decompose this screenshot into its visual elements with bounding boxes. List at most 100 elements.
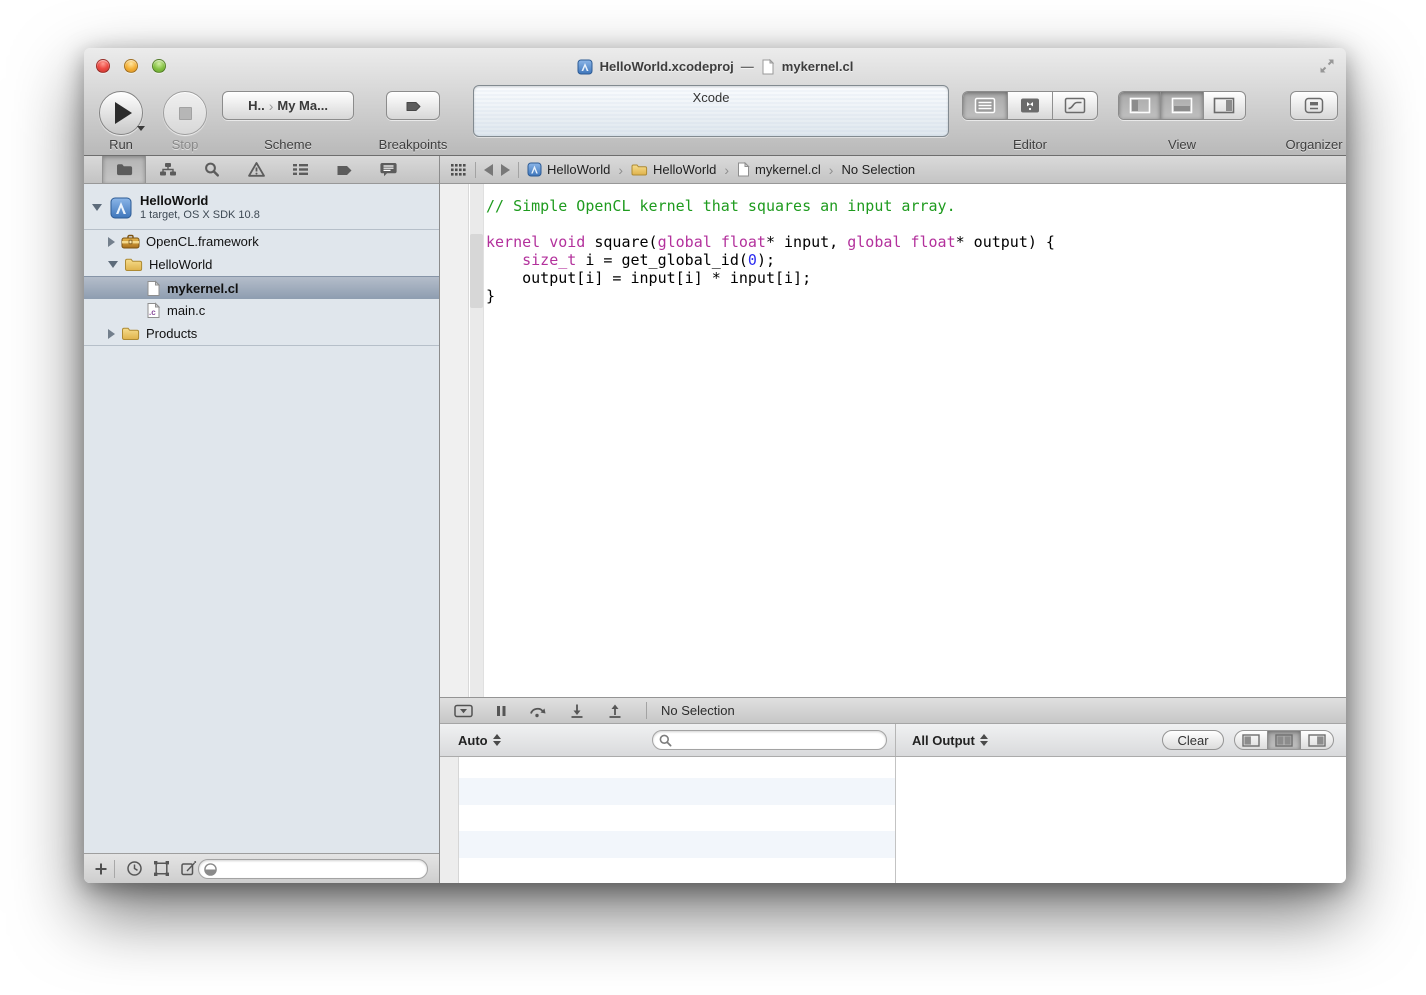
tree-row-selected-file[interactable]: mykernel.cl <box>84 276 439 299</box>
tree-row-file[interactable]: .c main.c <box>84 299 439 322</box>
framework-icon <box>121 234 140 249</box>
project-name: HelloWorld <box>140 194 260 209</box>
disclosure-open-icon[interactable] <box>108 261 118 268</box>
breakpoint-navigator-tab[interactable] <box>322 156 366 183</box>
symbol-nav-icon <box>159 161 177 178</box>
zoom-button[interactable] <box>152 59 166 73</box>
breadcrumb-selection[interactable]: No Selection <box>841 162 915 177</box>
split-view-button[interactable] <box>1268 731 1301 749</box>
hide-debug-area-button[interactable] <box>454 703 474 719</box>
assistant-editor-icon <box>1019 97 1041 114</box>
disclosure-closed-icon[interactable] <box>108 329 115 339</box>
variables-scope-popup[interactable]: Auto <box>458 733 501 748</box>
scope-label: Auto <box>458 733 488 748</box>
pause-button[interactable] <box>494 704 508 718</box>
debug-bar: No Selection <box>440 697 1346 724</box>
search-navigator-tab[interactable] <box>190 156 234 183</box>
console-only-button[interactable] <box>1301 731 1333 749</box>
breadcrumb-group[interactable]: HelloWorld <box>631 162 716 177</box>
tree-row-group[interactable]: HelloWorld <box>84 253 439 276</box>
related-items-icon[interactable] <box>450 163 467 177</box>
file-icon <box>737 162 750 177</box>
code-text[interactable]: // Simple OpenCL kernel that squares an … <box>486 197 1055 305</box>
clear-console-button[interactable]: Clear <box>1162 730 1224 750</box>
variables-search-field[interactable] <box>652 730 887 750</box>
organizer-button[interactable] <box>1290 91 1338 120</box>
run-button[interactable] <box>99 91 143 135</box>
breakpoints-button[interactable] <box>386 91 440 120</box>
unsaved-files-icon[interactable] <box>180 860 197 877</box>
titlebar[interactable]: HelloWorld.xcodeproj — mykernel.cl <box>84 48 1346 85</box>
breadcrumb-file[interactable]: mykernel.cl <box>737 162 821 177</box>
breadcrumb-label: HelloWorld <box>547 162 610 177</box>
fold-region[interactable] <box>470 234 483 308</box>
xcode-project-icon <box>110 197 132 219</box>
breakpoint-nav-icon <box>335 161 354 178</box>
navigator-tab-strip <box>84 156 439 184</box>
folder-nav-icon <box>115 161 134 178</box>
snapshot-icon[interactable] <box>153 860 170 877</box>
activity-text: Xcode <box>693 90 730 105</box>
folder-icon <box>121 326 140 341</box>
breadcrumb-project[interactable]: HelloWorld <box>527 162 610 177</box>
version-editor-button[interactable] <box>1053 92 1097 119</box>
forward-button[interactable] <box>501 164 510 176</box>
recent-files-icon[interactable] <box>126 860 143 877</box>
close-button[interactable] <box>96 59 110 73</box>
code-folding-ribbon[interactable] <box>470 184 484 697</box>
variables-header: Auto <box>440 724 896 756</box>
step-over-button[interactable] <box>528 703 548 719</box>
toolbar: Run Stop H.. › My Ma... Scheme <box>84 85 1346 155</box>
add-button[interactable] <box>94 862 108 876</box>
issue-navigator-tab[interactable] <box>234 156 278 183</box>
tree-row-framework[interactable]: OpenCL.framework <box>84 230 439 253</box>
tree-item-label: Products <box>146 326 197 341</box>
navigator-toggle-button[interactable] <box>1119 92 1161 119</box>
issue-nav-icon <box>247 161 266 178</box>
project-subtitle: 1 target, OS X SDK 10.8 <box>140 209 260 222</box>
stop-button[interactable] <box>163 91 207 135</box>
utilities-toggle-button[interactable] <box>1204 92 1245 119</box>
scheme-chevron: › <box>269 98 274 114</box>
project-row[interactable]: HelloWorld 1 target, OS X SDK 10.8 <box>84 186 439 229</box>
disclosure-open-icon[interactable] <box>92 204 102 211</box>
fullscreen-icon[interactable] <box>1318 57 1336 75</box>
symbol-navigator-tab[interactable] <box>146 156 190 183</box>
breadcrumb-chevron: › <box>724 162 729 178</box>
view-label: View <box>1118 137 1246 152</box>
breakpoint-icon <box>404 97 422 115</box>
debug-area-toggle-button[interactable] <box>1161 92 1203 119</box>
standard-editor-button[interactable] <box>963 92 1008 119</box>
project-navigator-tab[interactable] <box>102 156 146 183</box>
back-button[interactable] <box>484 164 493 176</box>
editor-column: HelloWorld › HelloWorld › myke <box>440 156 1346 883</box>
xcode-window: HelloWorld.xcodeproj — mykernel.cl <box>84 48 1346 883</box>
variables-view[interactable] <box>440 757 896 883</box>
console-view[interactable] <box>896 757 1346 883</box>
tree-row-products[interactable]: Products <box>84 322 439 345</box>
source-editor[interactable]: // Simple OpenCL kernel that squares an … <box>440 184 1346 697</box>
debug-area <box>440 757 1346 883</box>
assistant-editor-button[interactable] <box>1008 92 1053 119</box>
output-filter-popup[interactable]: All Output <box>912 733 988 748</box>
debug-status: No Selection <box>661 703 735 718</box>
step-into-button[interactable] <box>568 703 586 719</box>
navigator-filter-field[interactable] <box>198 859 428 879</box>
step-out-button[interactable] <box>606 703 624 719</box>
window-header: HelloWorld.xcodeproj — mykernel.cl <box>84 48 1346 156</box>
log-navigator-tab[interactable] <box>366 156 410 183</box>
tree-item-label: mykernel.cl <box>167 281 239 296</box>
scheme-selector[interactable]: H.. › My Ma... <box>222 91 354 120</box>
debug-navigator-tab[interactable] <box>278 156 322 183</box>
svg-text:.c: .c <box>149 308 156 317</box>
run-label: Run <box>97 137 145 152</box>
minimize-button[interactable] <box>124 59 138 73</box>
breadcrumb-chevron: › <box>829 162 834 178</box>
file-icon <box>146 280 161 297</box>
disclosure-closed-icon[interactable] <box>108 237 115 247</box>
filter-icon <box>203 862 218 877</box>
title-project: HelloWorld.xcodeproj <box>600 59 734 74</box>
variables-only-button[interactable] <box>1235 731 1268 749</box>
scheme-destination: My Ma... <box>277 98 328 113</box>
breakpoint-gutter[interactable] <box>440 184 469 697</box>
